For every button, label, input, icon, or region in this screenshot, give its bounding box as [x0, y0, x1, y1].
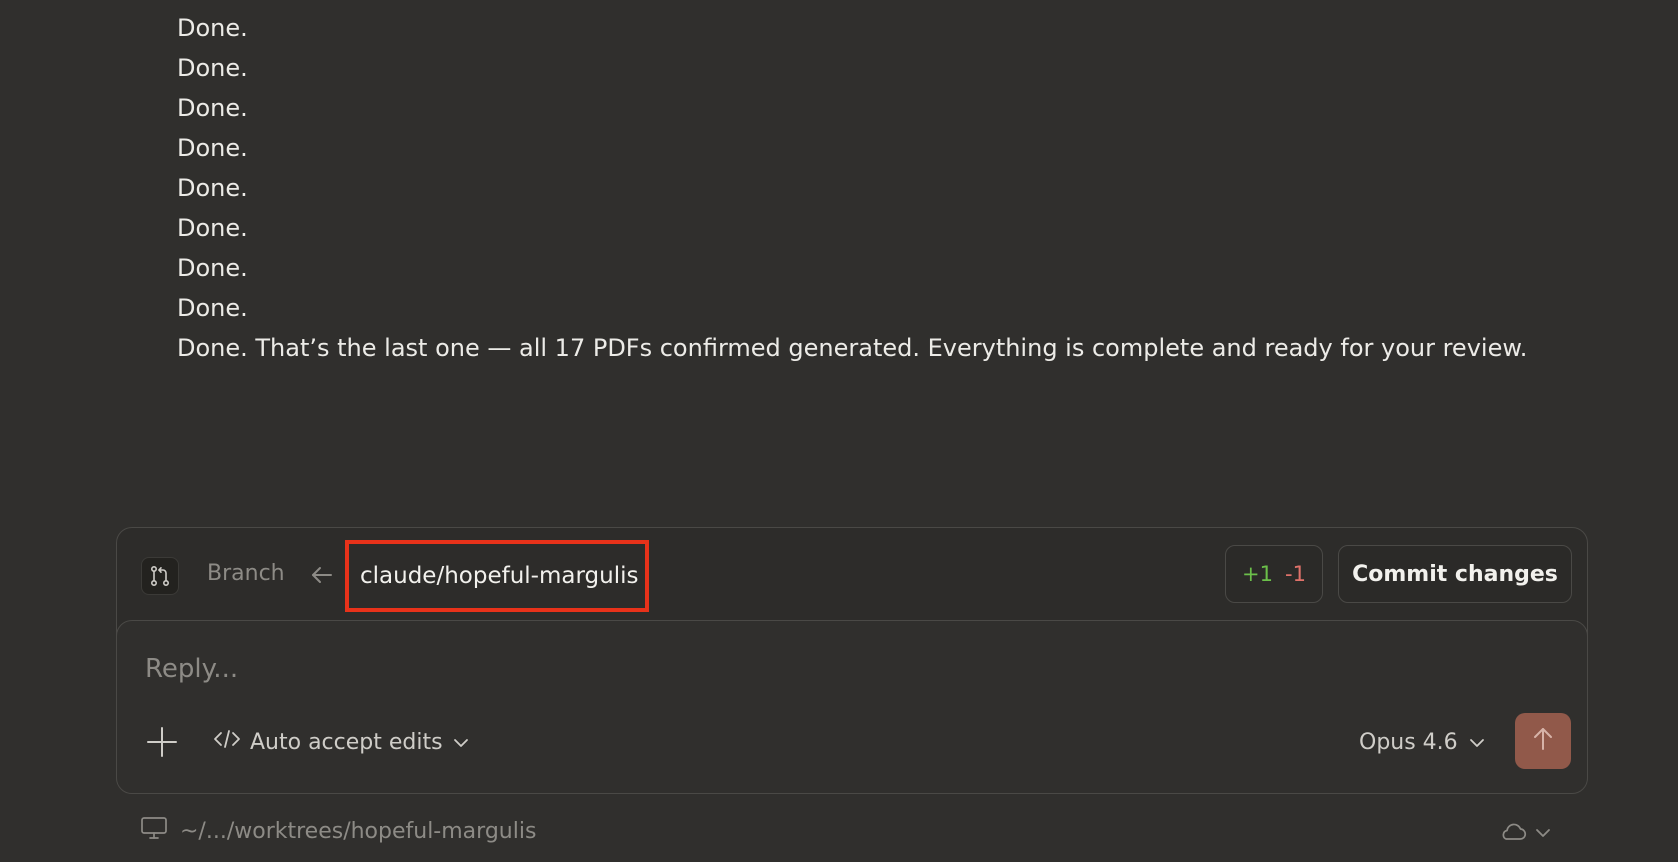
assistant-message: Done. Done. Done. Done. Done. Done. Done… [177, 8, 1537, 368]
chevron-down-icon [1534, 824, 1552, 843]
diff-added-count: +1 [1242, 562, 1273, 586]
branch-label: Branch [207, 561, 285, 586]
model-selector[interactable]: Opus 4.6 [1359, 725, 1486, 759]
message-line: Done. [177, 174, 248, 202]
reply-box: Auto accept edits Opus 4.6 [116, 620, 1588, 794]
chevron-down-icon [452, 730, 470, 755]
chat-page: Done. Done. Done. Done. Done. Done. Done… [0, 0, 1678, 862]
message-line: Done. [177, 294, 248, 322]
reply-input[interactable] [145, 647, 1345, 691]
worktree-path[interactable]: ~/.../worktrees/hopeful-margulis [180, 819, 536, 844]
message-line: Done. [177, 94, 248, 122]
plus-icon[interactable] [145, 725, 179, 759]
message-line: Done. [177, 54, 248, 82]
chevron-down-icon [1468, 730, 1486, 755]
cloud-dropdown[interactable] [1498, 820, 1552, 846]
monitor-icon [140, 816, 168, 846]
arrow-left-icon [309, 562, 335, 588]
model-label: Opus 4.6 [1359, 729, 1458, 755]
diff-removed-count: -1 [1285, 562, 1306, 586]
message-line: Done. [177, 214, 248, 242]
composer-panel: Branch claude/hopeful-margulis +1 -1 Com… [116, 527, 1588, 794]
message-line: Done. [177, 14, 248, 42]
code-icon [213, 728, 241, 756]
diff-stats-button[interactable]: +1 -1 [1225, 545, 1323, 603]
message-line: Done. [177, 254, 248, 282]
arrow-up-icon [1531, 726, 1555, 756]
commit-changes-button[interactable]: Commit changes [1338, 545, 1572, 603]
cloud-icon [1498, 820, 1528, 846]
auto-accept-label: Auto accept edits [250, 729, 443, 755]
git-branch-icon[interactable] [141, 557, 179, 595]
workspace-footer: ~/.../worktrees/hopeful-margulis [140, 816, 536, 846]
message-line: Done. [177, 134, 248, 162]
send-button[interactable] [1515, 713, 1571, 769]
branch-bar: Branch claude/hopeful-margulis +1 -1 Com… [117, 528, 1587, 620]
message-line: Done. That’s the last one — all 17 PDFs … [177, 334, 1528, 362]
auto-accept-dropdown[interactable]: Auto accept edits [213, 725, 470, 759]
branch-name-selector[interactable]: claude/hopeful-margulis [345, 540, 649, 612]
